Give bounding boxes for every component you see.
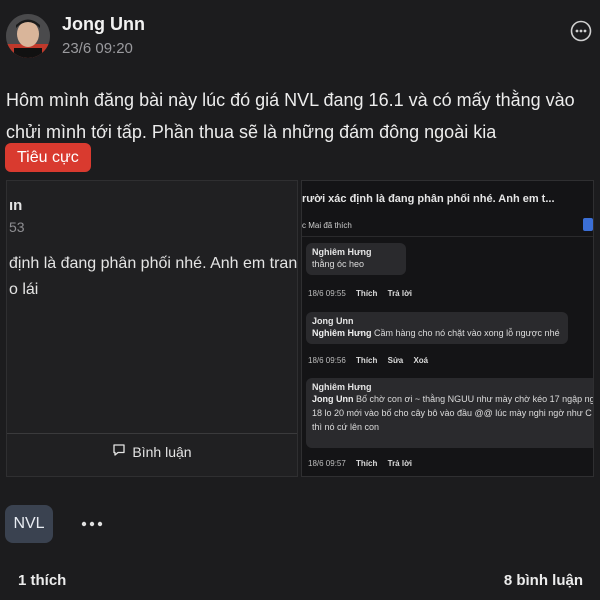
comment-mention: Jong Unn (312, 394, 354, 404)
comment-meta: 18/6 09:56 Thích Sửa Xoá (308, 356, 436, 365)
image-liked-by: c Mai đã thích (302, 221, 352, 230)
comment-time: 18/6 09:56 (308, 356, 346, 365)
comment-text-line: 18 lo 20 mới vào bố cho cây bô vào đầu @… (312, 408, 592, 418)
more-horizontal-circle-icon[interactable] (570, 20, 592, 42)
image-comment-button: Bình luận (7, 443, 297, 460)
avatar[interactable] (6, 14, 50, 58)
comment-label: Bình luận (132, 443, 192, 460)
likes-count[interactable]: 1 thích (18, 572, 66, 589)
comment-action: Thích (356, 289, 378, 298)
comment-action: Thích (356, 356, 378, 365)
more-dots-icon[interactable] (80, 512, 104, 536)
comment-text-line: Bố chờ con ơi ~ thằng NGUU như mày chờ k… (356, 394, 594, 404)
attached-image-right[interactable]: rười xác định là đang phân phối nhé. Anh… (301, 180, 594, 477)
comment-author: Nghiêm Hưng (312, 382, 372, 392)
comment-author: Nghiêm Hưng (312, 247, 372, 257)
comment-text-line: Cầm hàng cho nó chặt vào xong lỗ ngược n… (374, 328, 560, 338)
image-time-fragment: 53 (9, 219, 25, 235)
comment-text-line: thì nó cứ lên con (312, 422, 380, 432)
comment-author: Jong Unn (312, 316, 354, 326)
image-header-fragment: rười xác định là đang phân phối nhé. Anh… (302, 193, 555, 205)
comment-time: 18/6 09:55 (308, 289, 346, 298)
attached-image-left[interactable]: ın 53 định là đang phân phối nhé. Anh em… (6, 180, 298, 477)
comment-meta: 18/6 09:55 Thích Trả lời (308, 289, 420, 298)
comment-action: Trả lời (387, 289, 412, 298)
author-name[interactable]: Jong Unn (62, 14, 145, 35)
image-badge-icon (583, 218, 593, 231)
comment-bubble-icon (112, 443, 126, 460)
comment-action: Trả lời (387, 459, 412, 468)
image-comment-bubble: Jong Unn Nghiêm Hưng Cầm hàng cho nó chặ… (306, 312, 568, 344)
image-text-line-1: định là đang phân phối nhé. Anh em tranh… (9, 255, 298, 272)
comment-text: Jong Unn Bố chờ con ơi ~ thằng NGUU như … (312, 392, 594, 406)
comment-text: thằng óc heo (312, 259, 365, 269)
comment-action: Thích (356, 459, 378, 468)
image-text-line-2: o lái (9, 281, 39, 298)
comment-action: Sửa (387, 356, 404, 365)
divider (302, 236, 593, 237)
comment-mention: Nghiêm Hưng (312, 328, 372, 338)
post-card: Jong Unn 23/6 09:20 Hôm mình đăng bài nà… (0, 0, 600, 600)
post-time: 23/6 09:20 (62, 40, 133, 57)
comments-count[interactable]: 8 bình luận (504, 572, 583, 589)
comment-time: 18/6 09:57 (308, 459, 346, 468)
sentiment-tag[interactable]: Tiêu cực (5, 143, 91, 172)
post-text: Hôm mình đăng bài này lúc đó giá NVL đan… (6, 90, 575, 142)
comment-text: Nghiêm Hưng Cầm hàng cho nó chặt vào xon… (312, 326, 562, 340)
divider (7, 433, 297, 434)
comment-meta: 18/6 09:57 Thích Trả lời (308, 459, 420, 468)
image-author-fragment: ın (9, 197, 23, 214)
image-comment-bubble: Nghiêm Hưng Jong Unn Bố chờ con ơi ~ thằ… (306, 378, 594, 448)
image-comment-bubble: Nghiêm Hưng thằng óc heo (306, 243, 406, 275)
comment-action: Xoá (413, 356, 429, 365)
topic-tag-nvl[interactable]: NVL (5, 505, 53, 543)
